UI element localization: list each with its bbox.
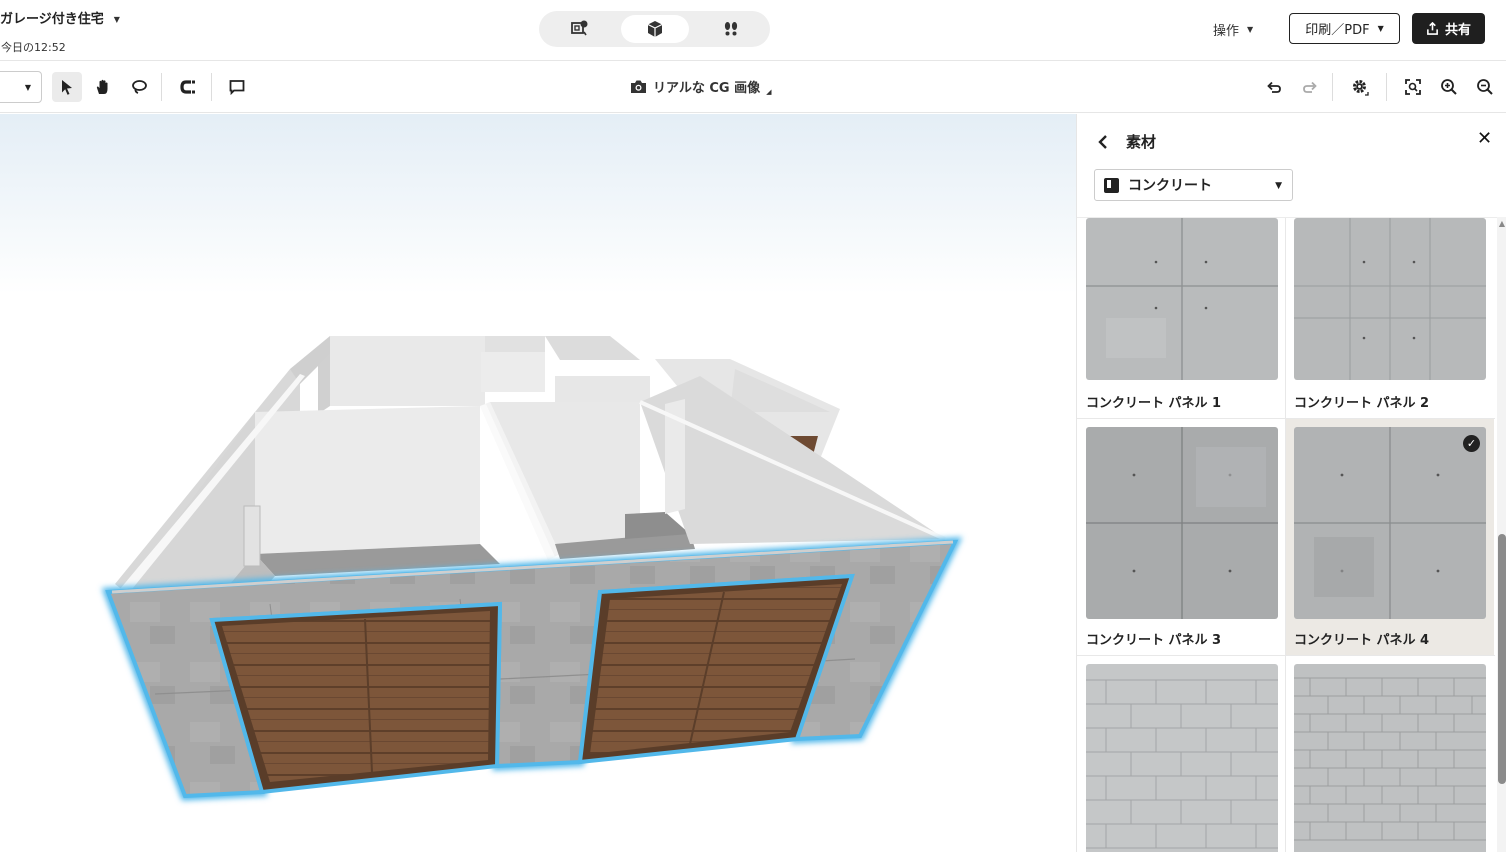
panel-title: 素材	[1126, 133, 1157, 151]
chevron-down-icon: ▼	[1275, 181, 1282, 191]
material-tile[interactable]: コンクリート パネル 1	[1078, 218, 1286, 418]
share-button[interactable]: 共有	[1412, 13, 1485, 44]
settings-icon	[1353, 80, 1369, 96]
material-tile[interactable]: コンクリート パネル 3	[1078, 419, 1286, 655]
redo-button[interactable]	[1295, 72, 1325, 102]
zoom-in-button[interactable]	[1434, 72, 1464, 102]
undo-button[interactable]	[1259, 72, 1289, 102]
print-pdf-button[interactable]: 印刷／PDF ▼	[1289, 13, 1400, 44]
material-swatch	[1294, 218, 1486, 380]
pan-tool-button[interactable]	[88, 72, 118, 102]
material-name: コンクリート パネル 2	[1294, 396, 1430, 411]
pan-hand-icon	[96, 79, 108, 94]
grid-divider	[1077, 418, 1495, 419]
redo-icon	[1303, 81, 1317, 93]
chevron-down-icon: ▼	[1247, 25, 1254, 34]
3d-viewport[interactable]	[0, 114, 1076, 852]
share-label: 共有	[1444, 23, 1471, 38]
lasso-tool-button[interactable]	[124, 72, 154, 102]
zoom-in-icon	[1441, 79, 1457, 95]
print-label: 印刷／PDF	[1305, 23, 1370, 38]
toolbar-divider	[1332, 73, 1333, 101]
camera-icon	[631, 80, 646, 93]
material-name: コンクリート パネル 4	[1294, 633, 1430, 648]
category-label: コンクリート	[1128, 178, 1212, 194]
material-tile-selected[interactable]: ✓ コンクリート パネル 4	[1286, 419, 1494, 655]
chevron-left-icon	[1098, 135, 1107, 149]
material-name: コンクリート パネル 3	[1086, 633, 1222, 648]
chevron-down-icon: ▼	[113, 15, 120, 24]
fit-view-icon	[1405, 79, 1421, 95]
garage-door-left[interactable]	[209, 601, 503, 795]
project-title-menu[interactable]: ガレージ付き住宅 ▼	[0, 8, 120, 27]
material-category-select[interactable]: コンクリート ▼	[1094, 169, 1293, 201]
walk-footprints-icon	[724, 22, 738, 36]
undo-icon	[1267, 81, 1281, 93]
settings-button[interactable]	[1345, 72, 1375, 102]
material-grid: コンクリート パネル 1 コンクリート パネル 2 コンクリート パネル 3 ✓…	[1077, 217, 1506, 852]
scroll-up-arrow-icon[interactable]: ▲	[1497, 219, 1506, 228]
view-mode-switch	[539, 11, 770, 47]
realistic-render-button[interactable]: リアルな CG 画像 ◢	[630, 77, 772, 96]
close-icon[interactable]: ✕	[1477, 128, 1492, 149]
house-3d-model[interactable]	[0, 114, 1076, 852]
saved-timestamp: 今日の12:52	[1, 41, 66, 54]
back-button[interactable]	[1097, 132, 1113, 152]
material-tile[interactable]	[1078, 656, 1286, 852]
project-title: ガレージ付き住宅	[0, 12, 104, 27]
zoom-out-icon	[1477, 79, 1493, 95]
toolbar-divider	[1386, 73, 1387, 101]
snap-tool-button[interactable]	[173, 72, 203, 102]
select-tool-button[interactable]	[52, 72, 82, 102]
view-walk-button[interactable]	[697, 15, 765, 43]
chevron-down-icon: ▼	[24, 82, 31, 92]
editor-toolbar: ▼ リアルな CG 画像 ◢	[0, 61, 1506, 113]
comment-tool-button[interactable]	[222, 72, 252, 102]
select-arrow-icon	[62, 80, 72, 95]
material-swatch	[1294, 427, 1486, 619]
upload-share-icon	[1427, 22, 1438, 35]
toolbar-divider	[211, 73, 212, 101]
corner-indicator-icon: ◢	[766, 87, 772, 96]
fit-view-button[interactable]	[1398, 72, 1428, 102]
material-tile[interactable]: コンクリート パネル 2	[1286, 218, 1494, 418]
scrollbar-thumb[interactable]	[1498, 534, 1506, 784]
check-icon: ✓	[1463, 435, 1480, 452]
material-swatch	[1086, 218, 1278, 380]
2d-plan-icon	[571, 20, 588, 36]
render-label: リアルな CG 画像	[653, 81, 761, 96]
top-header: ガレージ付き住宅 ▼ 今日の12:52 操作 ▼ 印刷／PDF ▼ 共有	[0, 0, 1506, 61]
material-swatch	[1086, 427, 1278, 619]
3d-box-icon	[647, 21, 663, 37]
chevron-down-icon: ▼	[1377, 24, 1384, 33]
toolbar-divider	[161, 73, 162, 101]
material-swatch	[1294, 664, 1486, 852]
floor-select[interactable]: ▼	[0, 71, 42, 103]
material-swatch-icon	[1104, 177, 1119, 193]
material-tile[interactable]	[1286, 656, 1494, 852]
lasso-icon	[132, 80, 147, 94]
view-2d-button[interactable]	[545, 15, 613, 43]
magnet-icon	[180, 80, 195, 94]
comment-icon	[229, 80, 245, 96]
operations-label: 操作	[1213, 24, 1240, 39]
grid-divider	[1077, 655, 1495, 656]
material-swatch	[1086, 664, 1278, 852]
material-panel: 素材 ✕ コンクリート ▼ コンクリート パネル 1 コンクリート パネル 2 …	[1076, 114, 1506, 852]
view-3d-button[interactable]	[621, 15, 689, 43]
material-name: コンクリート パネル 1	[1086, 396, 1222, 411]
grid-divider	[1285, 218, 1286, 852]
operations-menu[interactable]: 操作 ▼	[1213, 20, 1253, 39]
zoom-out-button[interactable]	[1470, 72, 1500, 102]
